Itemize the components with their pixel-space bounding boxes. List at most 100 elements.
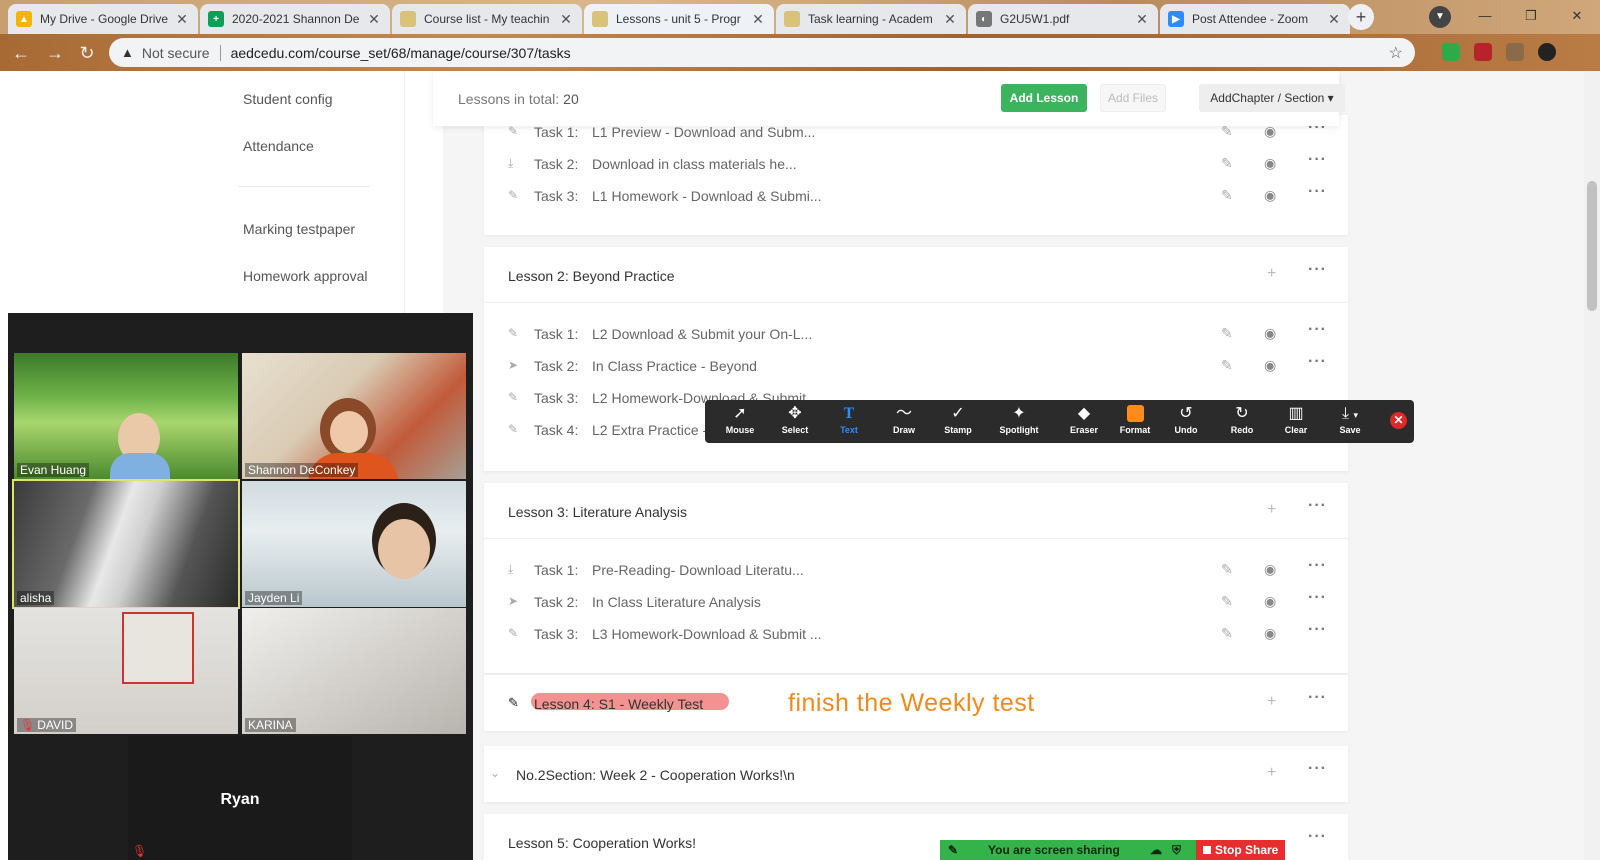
tab-zoom[interactable]: ▶ Post Attendee - Zoom ✕ [1160, 4, 1350, 34]
lesson-header[interactable]: Lesson 3: Literature Analysis + ··· [484, 483, 1348, 539]
task-row[interactable]: ⤓ Task 2: Download in class materials he… [484, 149, 1348, 180]
tab-search-icon[interactable]: ▼ [1429, 6, 1451, 28]
task-name[interactable]: In Class Literature Analysis [592, 594, 761, 610]
close-annotation-icon[interactable]: ✕ [1390, 412, 1407, 429]
sharing-status[interactable]: ✎ You are screen sharing ☁ ⛨ [940, 840, 1196, 860]
sidebar-item-attendance[interactable]: Attendance [243, 138, 314, 154]
add-files-button[interactable]: Add Files [1100, 84, 1166, 112]
stop-share-button[interactable]: Stop Share [1196, 840, 1285, 860]
sidebar-item-homework-approval[interactable]: Homework approval [243, 268, 368, 284]
tool-select[interactable]: ✥ Select [768, 404, 822, 440]
more-dots-icon[interactable]: ··· [1308, 760, 1327, 778]
ublock-extension-icon[interactable] [1474, 43, 1492, 61]
tool-clear[interactable]: ▥ Clear [1269, 404, 1323, 440]
tool-text[interactable]: T Text [822, 404, 876, 440]
eye-icon[interactable]: ◉ [1264, 593, 1276, 610]
edit-pencil-icon[interactable]: ✎ [1221, 357, 1233, 374]
more-dots-icon[interactable]: ··· [1308, 557, 1327, 575]
lesson-header[interactable]: Lesson 2: Beyond Practice + ··· [484, 247, 1348, 303]
extension-puzzle-icon[interactable] [1506, 43, 1524, 61]
close-tab-icon[interactable]: ✕ [942, 11, 958, 28]
edit-pencil-icon[interactable]: ✎ [1221, 325, 1233, 342]
chevron-down-icon[interactable]: ⌄ [490, 766, 500, 780]
section-header[interactable]: ⌄ No.2Section: Week 2 - Cooperation Work… [484, 746, 1348, 802]
tab-lessons-active[interactable]: Lessons - unit 5 - Progr ✕ [584, 4, 774, 34]
avatar[interactable] [1538, 43, 1556, 61]
participant-video-tile[interactable]: 🎙 DAVID [14, 608, 238, 734]
tool-save[interactable]: ⤓ ▾ Save [1323, 404, 1377, 440]
participant-video-tile[interactable]: Jayden Li [242, 481, 466, 607]
add-task-icon[interactable]: + [1267, 693, 1276, 711]
tool-draw[interactable]: 〜 Draw [877, 404, 931, 440]
more-dots-icon[interactable]: ··· [1308, 353, 1327, 371]
tool-format[interactable]: Format [1108, 404, 1162, 440]
sidebar-item-marking-testpaper[interactable]: Marking testpaper [243, 221, 355, 237]
tab-sheets[interactable]: + 2020-2021 Shannon De ✕ [200, 4, 390, 34]
task-name[interactable]: In Class Practice - Beyond [592, 358, 757, 374]
minimize-icon[interactable]: — [1462, 2, 1508, 30]
participant-video-tile-active-speaker[interactable]: alisha [12, 479, 240, 609]
new-tab-button[interactable]: + [1348, 4, 1374, 30]
task-name[interactable]: L3 Homework-Download & Submit ... [592, 626, 822, 642]
add-task-icon[interactable]: + [1267, 501, 1276, 519]
eye-icon[interactable]: ◉ [1264, 187, 1276, 204]
task-row[interactable]: ➤ Task 2: In Class Literature Analysis ✎… [484, 587, 1348, 618]
tool-stamp[interactable]: ✓ Stamp [931, 404, 985, 440]
task-name[interactable]: L1 Preview - Download and Subm... [592, 124, 815, 140]
address-bar[interactable]: ▲ Not secure aedcedu.com/course_set/68/m… [109, 38, 1415, 67]
task-name[interactable]: Download in class materials he... [592, 156, 797, 172]
close-tab-icon[interactable]: ✕ [558, 11, 574, 28]
more-dots-icon[interactable]: ··· [1308, 183, 1327, 201]
more-dots-icon[interactable]: ··· [1308, 151, 1327, 169]
close-tab-icon[interactable]: ✕ [366, 11, 382, 28]
tab-pdf[interactable]: ◐ G2U5W1.pdf ✕ [968, 4, 1158, 34]
reload-icon[interactable]: ↻ [74, 40, 100, 66]
close-tab-icon[interactable]: ✕ [174, 11, 190, 28]
edit-pencil-icon[interactable]: ✎ [1221, 561, 1233, 578]
task-row[interactable]: ➤ Task 2: In Class Practice - Beyond ✎ ◉… [484, 351, 1348, 382]
task-name[interactable]: Pre-Reading- Download Literatu... [592, 562, 804, 578]
add-lesson-button[interactable]: Add Lesson [1001, 84, 1087, 112]
eye-icon[interactable]: ◉ [1264, 561, 1276, 578]
eye-icon[interactable]: ◉ [1264, 357, 1276, 374]
edit-pencil-icon[interactable]: ✎ [1221, 625, 1233, 642]
close-tab-icon[interactable]: ✕ [750, 11, 766, 28]
edit-pencil-icon[interactable]: ✎ [1221, 593, 1233, 610]
task-row[interactable]: ⤓ Task 1: Pre-Reading- Download Literatu… [484, 555, 1348, 586]
tool-mouse[interactable]: ➚ Mouse [713, 404, 767, 440]
eye-icon[interactable]: ◉ [1264, 625, 1276, 642]
tool-spotlight[interactable]: ✦ Spotlight [987, 404, 1051, 440]
security-status[interactable]: Not secure [142, 45, 210, 61]
scroll-thumb[interactable] [1587, 181, 1597, 311]
task-row[interactable]: ✎ Task 1: L2 Download & Submit your On-L… [484, 319, 1348, 350]
task-row[interactable]: ✎ Task 3: L3 Homework-Download & Submit … [484, 619, 1348, 650]
url-text[interactable]: aedcedu.com/course_set/68/manage/course/… [231, 45, 571, 61]
edit-pencil-icon[interactable]: ✎ [1221, 155, 1233, 172]
drag-handle-icon[interactable]: ✎ [948, 840, 958, 860]
participant-video-tile[interactable]: Evan Huang [14, 353, 238, 479]
close-tab-icon[interactable]: ✕ [1326, 11, 1342, 28]
back-arrow-icon[interactable]: ← [8, 40, 34, 66]
more-dots-icon[interactable]: ··· [1308, 497, 1327, 515]
task-name[interactable]: L1 Homework - Download & Submi... [592, 188, 822, 204]
add-chapter-section-dropdown[interactable]: AddChapter / Section ▾ [1199, 84, 1345, 112]
bookmark-star-icon[interactable]: ☆ [1389, 43, 1403, 63]
more-dots-icon[interactable]: ··· [1308, 828, 1327, 846]
tool-undo[interactable]: ↺ Undo [1159, 404, 1213, 440]
task-name[interactable]: L2 Extra Practice - [592, 422, 707, 438]
tab-task-learning[interactable]: Task learning - Academ ✕ [776, 4, 966, 34]
extension-green-icon[interactable] [1442, 43, 1460, 61]
task-name[interactable]: L2 Download & Submit your On-L... [592, 326, 812, 342]
add-task-icon[interactable]: + [1267, 265, 1276, 283]
sidebar-item-student-config[interactable]: Student config [243, 91, 333, 107]
participant-video-tile[interactable]: Shannon DeConkey [242, 353, 466, 479]
more-dots-icon[interactable]: ··· [1308, 321, 1327, 339]
window-close-icon[interactable]: ✕ [1554, 2, 1600, 30]
add-task-icon[interactable]: + [1267, 764, 1276, 782]
restore-icon[interactable]: ❐ [1508, 2, 1554, 30]
tab-course-list[interactable]: Course list - My teachin ✕ [392, 4, 582, 34]
eye-icon[interactable]: ◉ [1264, 155, 1276, 172]
eye-icon[interactable]: ◉ [1264, 325, 1276, 342]
more-dots-icon[interactable]: ··· [1308, 689, 1327, 707]
forward-arrow-icon[interactable]: → [42, 40, 68, 66]
